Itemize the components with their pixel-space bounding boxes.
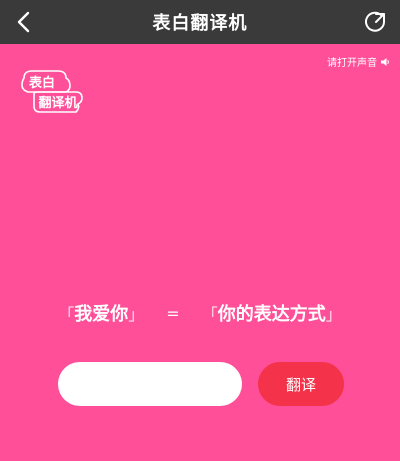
text-input[interactable]: [74, 362, 228, 408]
speaker-icon: [381, 57, 389, 66]
phrase-right: 你的表达方式: [217, 304, 326, 325]
phrase-left: 我爱你: [74, 304, 129, 325]
share-icon: [365, 11, 385, 32]
app-logo: 表白 翻译机: [21, 70, 83, 113]
input-container: [58, 362, 242, 408]
left-bracket-open: 「: [58, 305, 75, 324]
page-title: 表白翻译机: [152, 13, 248, 34]
left-bracket-close: 」: [128, 305, 145, 324]
translate-button[interactable]: 翻译: [258, 362, 344, 406]
sound-toggle-label: 请打开声音: [327, 58, 377, 69]
logo-line2: 翻译机: [38, 95, 77, 111]
logo-line1: 表白: [28, 75, 55, 91]
back-button[interactable]: [10, 8, 38, 36]
sound-toggle[interactable]: 请打开声音: [327, 54, 390, 69]
share-button[interactable]: [362, 8, 390, 36]
phrase-row: 「 我爱你 」 = 「 你的表达方式 」: [0, 300, 400, 326]
phrase-equals: =: [166, 303, 180, 323]
right-bracket-close: 」: [325, 305, 342, 324]
top-bar: 表白翻译机: [0, 0, 400, 44]
right-bracket-open: 「: [201, 305, 218, 324]
chevron-left-icon: [17, 11, 30, 33]
